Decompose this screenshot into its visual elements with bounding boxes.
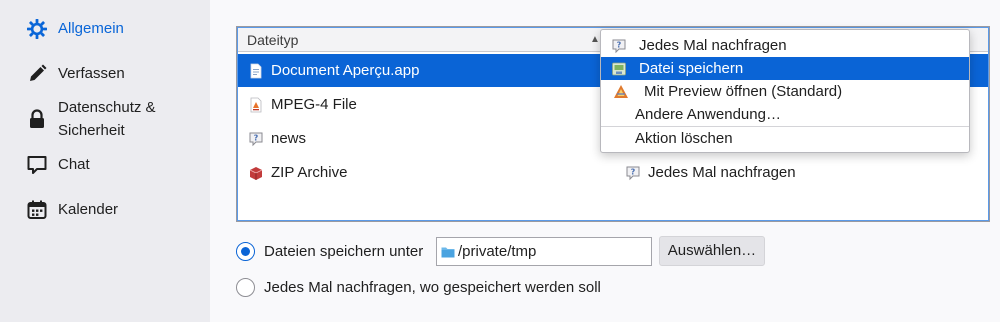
sidebar-item-verfassen[interactable]: Verfassen (0, 63, 210, 87)
column-header-dateityp[interactable]: Dateityp (247, 32, 298, 48)
sort-ascending-icon: ▲ (590, 34, 600, 45)
menu-item-label: Aktion löschen (635, 130, 733, 147)
folder-icon (441, 245, 455, 258)
download-path-field[interactable]: /private/tmp (436, 237, 652, 266)
svg-text:?: ? (617, 41, 622, 50)
menu-item-label: Datei speichern (639, 60, 744, 77)
pencil-icon (26, 63, 48, 85)
menu-item-datei-speichern[interactable]: Datei speichern (601, 57, 969, 80)
choose-folder-button[interactable]: Auswählen… (659, 236, 765, 266)
question-icon: ? (248, 131, 264, 147)
sidebar-item-label: Chat (58, 156, 90, 173)
sidebar-item-label: Allgemein (58, 20, 124, 37)
sidebar-item-label: Sicherheit (58, 122, 125, 139)
calendar-icon (26, 199, 48, 221)
sidebar-item-label: Datenschutz & (58, 99, 156, 116)
file-type-action[interactable]: Jedes Mal nachfragen (648, 164, 796, 181)
menu-item-label: Andere Anwendung… (635, 106, 781, 123)
save-to-folder-label[interactable]: Dateien speichern unter (264, 243, 423, 260)
file-type-name: MPEG-4 File (271, 96, 357, 113)
file-type-name: Document Aperçu.app (271, 62, 420, 79)
document-icon (248, 63, 264, 79)
menu-item-label: Mit Preview öffnen (Standard) (644, 83, 843, 100)
gear-icon (26, 18, 48, 40)
sidebar-item-datenschutz[interactable]: Datenschutz & Sicherheit (0, 97, 210, 143)
menu-item-andere-anwendung[interactable]: Andere Anwendung… (601, 103, 969, 126)
sidebar-item-label: Kalender (58, 201, 119, 218)
menu-item-mit-preview-oeffnen[interactable]: Mit Preview öffnen (Standard) (601, 80, 969, 103)
archive-icon (248, 165, 264, 181)
media-file-icon (248, 97, 264, 113)
question-icon: ? (611, 38, 627, 54)
file-type-name: ZIP Archive (271, 164, 348, 181)
save-file-icon (611, 61, 627, 77)
sidebar-item-kalender[interactable]: Kalender (0, 199, 210, 223)
svg-text:?: ? (254, 134, 259, 143)
always-ask-label[interactable]: Jedes Mal nachfragen, wo gespeichert wer… (264, 279, 601, 296)
menu-item-jedes-mal-nachfragen[interactable]: ? Jedes Mal nachfragen (601, 34, 969, 57)
action-dropdown-menu[interactable]: ? Jedes Mal nachfragen Datei speichern M… (600, 29, 970, 153)
table-row[interactable]: ZIP Archive ? Jedes Mal nachfragen (238, 156, 988, 189)
menu-item-label: Jedes Mal nachfragen (639, 37, 787, 54)
file-type-name: news (271, 130, 307, 147)
chat-icon (26, 154, 48, 176)
radio-always-ask[interactable] (236, 278, 255, 297)
download-path-text: /private/tmp (458, 243, 537, 260)
preview-app-icon (613, 84, 629, 100)
sidebar-item-allgemein[interactable]: Allgemein (0, 18, 210, 42)
lock-icon (26, 108, 48, 130)
radio-save-to-folder[interactable] (236, 242, 255, 261)
sidebar: Allgemein Verfassen Datenschutz & Sicher… (0, 0, 210, 322)
question-icon: ? (625, 165, 641, 181)
menu-item-aktion-loeschen[interactable]: Aktion löschen (601, 127, 969, 150)
svg-text:?: ? (631, 168, 636, 177)
sidebar-item-label: Verfassen (58, 65, 125, 82)
sidebar-item-chat[interactable]: Chat (0, 154, 210, 178)
